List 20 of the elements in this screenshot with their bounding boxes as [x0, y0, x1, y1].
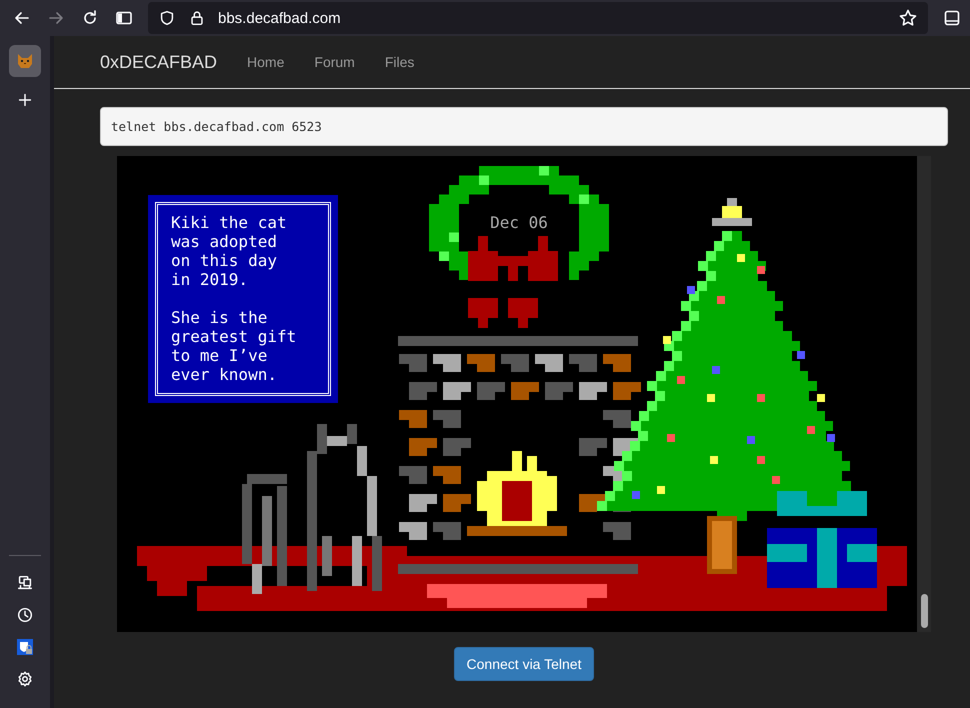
command-field[interactable]: telnet bbs.decafbad.com 6523	[100, 107, 948, 146]
plus-icon[interactable]	[16, 91, 34, 109]
shield-icon	[158, 9, 176, 27]
device-icon[interactable]	[16, 574, 34, 592]
star-icon[interactable]	[898, 8, 918, 28]
pinned-site-tile[interactable]	[9, 45, 41, 77]
connect-button[interactable]: Connect via Telnet	[454, 647, 594, 681]
nav-link[interactable]: Files	[384, 54, 414, 70]
nav-link[interactable]: Forum	[314, 54, 355, 70]
message-text: Kiki the cat was adopted on this day in 2019.	[171, 213, 288, 289]
clock-icon[interactable]	[16, 606, 34, 624]
date-label: Dec 06	[490, 213, 548, 232]
cat-face-icon	[17, 53, 33, 69]
sidebar-panel-icon[interactable]	[942, 8, 962, 28]
site-brand[interactable]: 0xDECAFBAD	[100, 52, 218, 72]
message-text: She is the greatest gift to me I’ve ever known.	[171, 308, 296, 384]
scrollbar-thumb[interactable]	[921, 594, 928, 628]
nav-link[interactable]: Home	[247, 54, 284, 70]
settings-icon[interactable]	[16, 670, 34, 688]
shield-lock-icon[interactable]	[16, 638, 34, 656]
